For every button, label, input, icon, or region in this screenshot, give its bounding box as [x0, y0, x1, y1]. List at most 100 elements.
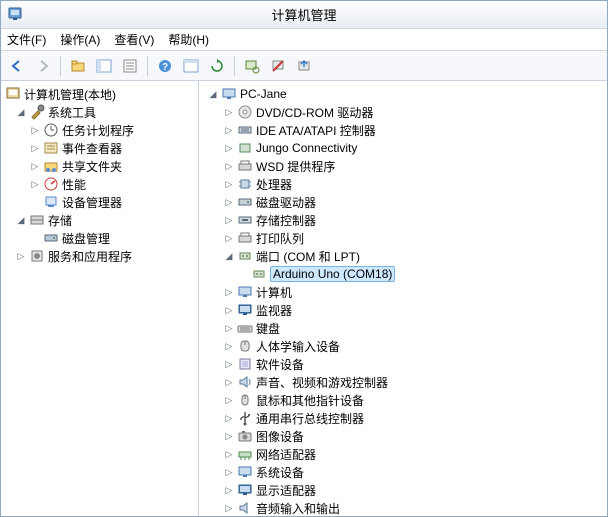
- expand-icon[interactable]: ▷: [223, 322, 235, 334]
- toolbar: ?: [1, 51, 607, 81]
- tree-label: 打印队列: [256, 230, 304, 247]
- device-category-audio_io[interactable]: ▷音频输入和输出: [199, 499, 607, 516]
- device-category-software[interactable]: ▷软件设备: [199, 355, 607, 373]
- tree-label: 端口 (COM 和 LPT): [256, 248, 360, 265]
- expand-icon[interactable]: ▷: [223, 214, 235, 226]
- tree-label: 共享文件夹: [62, 158, 122, 175]
- expand-icon[interactable]: ▷: [223, 304, 235, 316]
- device-category-cpu[interactable]: ▷处理器: [199, 175, 607, 193]
- device-category-ide[interactable]: ▷IDE ATA/ATAPI 控制器: [199, 121, 607, 139]
- up-button[interactable]: [66, 54, 90, 78]
- menu-file[interactable]: 文件(F): [7, 31, 46, 48]
- expand-icon[interactable]: ▷: [223, 412, 235, 424]
- tree-label: 监视器: [256, 302, 292, 319]
- properties-button[interactable]: [118, 54, 142, 78]
- expand-icon[interactable]: ▷: [223, 124, 235, 136]
- device-category-system[interactable]: ▷系统设备: [199, 463, 607, 481]
- device-category-computer[interactable]: ▷计算机: [199, 283, 607, 301]
- forward-button[interactable]: [31, 54, 55, 78]
- expand-icon[interactable]: ▷: [223, 448, 235, 460]
- device-category-network[interactable]: ▷网络适配器: [199, 445, 607, 463]
- view-button[interactable]: [179, 54, 203, 78]
- device-category-disk_drives[interactable]: ▷磁盘驱动器: [199, 193, 607, 211]
- expand-icon[interactable]: ▷: [29, 142, 41, 154]
- monitor-icon: [237, 302, 253, 318]
- expand-icon[interactable]: ▷: [223, 430, 235, 442]
- expand-icon[interactable]: ▷: [223, 196, 235, 208]
- expand-icon[interactable]: ▷: [223, 358, 235, 370]
- device-category-print_queue[interactable]: ▷ 打印队列: [199, 229, 607, 247]
- tree-label: DVD/CD-ROM 驱动器: [256, 104, 373, 121]
- expand-icon[interactable]: ▷: [223, 484, 235, 496]
- disk_drives-icon: [237, 194, 253, 210]
- services-icon: [29, 248, 45, 264]
- show-hide-tree-button[interactable]: [92, 54, 116, 78]
- tree-label: 键盘: [256, 320, 280, 337]
- tree-label: 服务和应用程序: [48, 248, 132, 265]
- expand-icon[interactable]: ▷: [223, 232, 235, 244]
- device-category-sound[interactable]: ▷声音、视频和游戏控制器: [199, 373, 607, 391]
- collapse-icon[interactable]: ◢: [15, 214, 27, 226]
- expand-icon[interactable]: ▷: [223, 394, 235, 406]
- uninstall-button[interactable]: [266, 54, 290, 78]
- tree-services-apps[interactable]: ▷ 服务和应用程序: [1, 247, 198, 265]
- device-category-ports[interactable]: ◢ 端口 (COM 和 LPT): [199, 247, 607, 265]
- tree-system-tools[interactable]: ◢ 系统工具: [1, 103, 198, 121]
- device-category-jungo[interactable]: ▷ Jungo Connectivity: [199, 139, 607, 157]
- device-root[interactable]: ◢ PC-Jane: [199, 85, 607, 103]
- svg-text:?: ?: [162, 62, 168, 73]
- refresh-button[interactable]: [205, 54, 229, 78]
- device-category-storage_ctrl[interactable]: ▷存储控制器: [199, 211, 607, 229]
- back-button[interactable]: [5, 54, 29, 78]
- mouse-icon: [237, 392, 253, 408]
- collapse-icon[interactable]: ◢: [15, 106, 27, 118]
- expand-icon[interactable]: ▷: [223, 160, 235, 172]
- collapse-icon[interactable]: ◢: [223, 250, 235, 262]
- tree-label: 鼠标和其他指针设备: [256, 392, 364, 409]
- device-category-usb[interactable]: ▷通用串行总线控制器: [199, 409, 607, 427]
- device-category-keyboard[interactable]: ▷ 键盘: [199, 319, 607, 337]
- tree-event-viewer[interactable]: ▷ 事件查看器: [1, 139, 198, 157]
- tree-root[interactable]: 计算机管理(本地): [1, 85, 198, 103]
- device-category-wsd[interactable]: ▷WSD 提供程序: [199, 157, 607, 175]
- collapse-icon[interactable]: ◢: [207, 88, 219, 100]
- menu-help[interactable]: 帮助(H): [168, 31, 209, 48]
- tree-storage[interactable]: ◢ 存储: [1, 211, 198, 229]
- expand-icon[interactable]: ▷: [29, 160, 41, 172]
- device-category-imaging[interactable]: ▷图像设备: [199, 427, 607, 445]
- expand-icon[interactable]: ▷: [15, 250, 27, 262]
- tree-disk-mgmt[interactable]: 磁盘管理: [1, 229, 198, 247]
- update-driver-button[interactable]: [292, 54, 316, 78]
- tree-performance[interactable]: ▷ 性能: [1, 175, 198, 193]
- tree-label: Jungo Connectivity: [256, 141, 357, 155]
- device-category-hid[interactable]: ▷人体学输入设备: [199, 337, 607, 355]
- expand-icon[interactable]: ▷: [29, 124, 41, 136]
- tree-task-scheduler[interactable]: ▷ 任务计划程序: [1, 121, 198, 139]
- computer-icon: [237, 284, 253, 300]
- expand-icon[interactable]: ▷: [223, 466, 235, 478]
- device-category-dvd[interactable]: ▷ DVD/CD-ROM 驱动器: [199, 103, 607, 121]
- tree-device-manager[interactable]: 设备管理器: [1, 193, 198, 211]
- expand-icon[interactable]: ▷: [223, 376, 235, 388]
- expand-icon[interactable]: ▷: [223, 286, 235, 298]
- usb-icon: [237, 410, 253, 426]
- result-pane: ◢ PC-Jane ▷ DVD/CD-ROM 驱动器▷IDE ATA/ATAPI …: [199, 81, 607, 516]
- scan-hardware-button[interactable]: [240, 54, 264, 78]
- device-category-mouse[interactable]: ▷ 鼠标和其他指针设备: [199, 391, 607, 409]
- app-icon: [7, 6, 23, 22]
- device-item-port_item[interactable]: Arduino Uno (COM18): [199, 265, 607, 283]
- wsd-icon: [237, 158, 253, 174]
- tree-shared-folders[interactable]: ▷ 共享文件夹: [1, 157, 198, 175]
- expand-icon[interactable]: ▷: [223, 178, 235, 190]
- expand-icon[interactable]: ▷: [223, 106, 235, 118]
- expand-icon[interactable]: ▷: [223, 502, 235, 514]
- menu-view[interactable]: 查看(V): [114, 31, 154, 48]
- expand-icon[interactable]: ▷: [223, 142, 235, 154]
- expand-icon[interactable]: ▷: [223, 340, 235, 352]
- device-category-display[interactable]: ▷显示适配器: [199, 481, 607, 499]
- cpu-icon: [237, 176, 253, 192]
- menu-action[interactable]: 操作(A): [60, 31, 100, 48]
- device-category-monitor[interactable]: ▷ 监视器: [199, 301, 607, 319]
- help-button[interactable]: ?: [153, 54, 177, 78]
- expand-icon[interactable]: ▷: [29, 178, 41, 190]
